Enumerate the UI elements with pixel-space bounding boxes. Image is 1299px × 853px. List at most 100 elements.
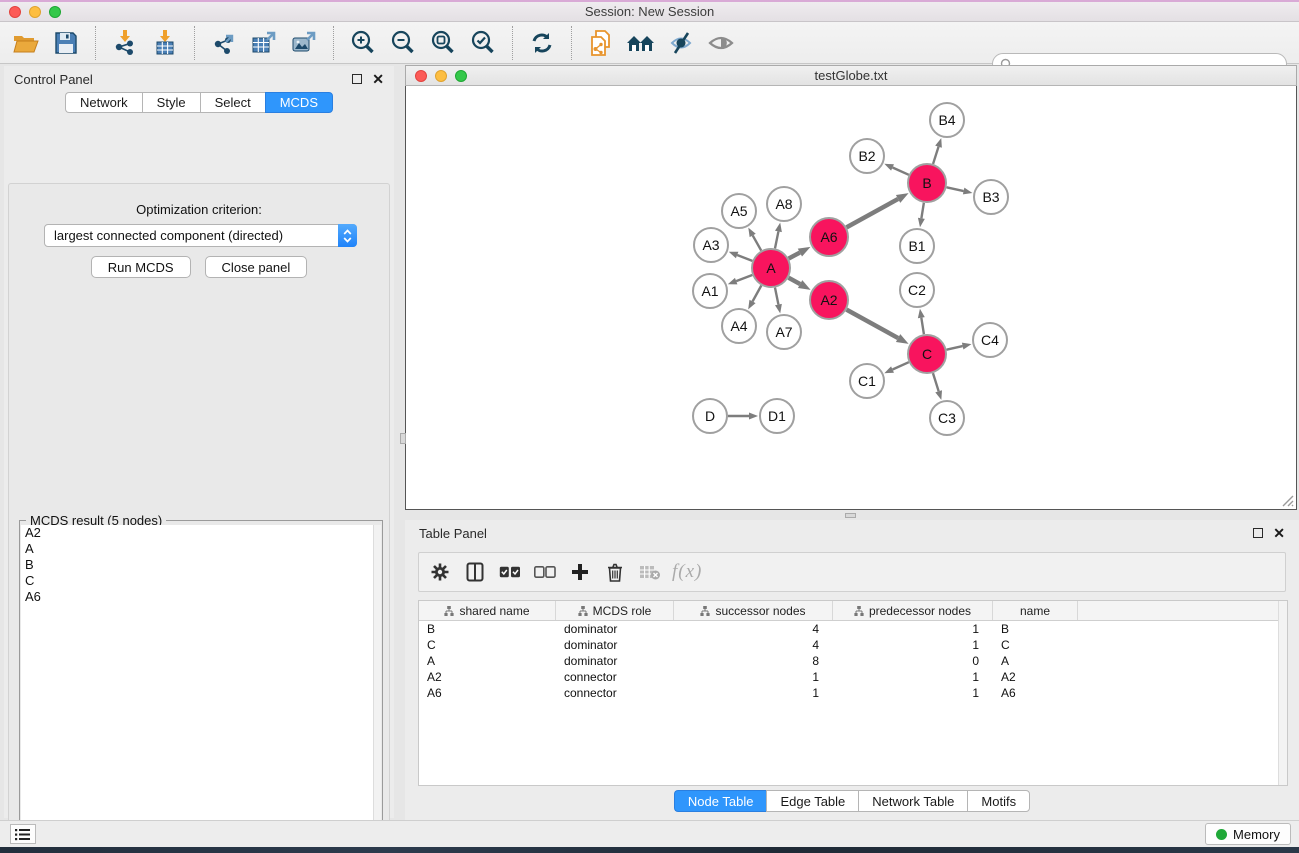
edge-A-A3[interactable] xyxy=(737,255,752,261)
table-settings-button[interactable] xyxy=(427,559,453,585)
close-panel-icon[interactable]: ✕ xyxy=(372,74,384,84)
mcds-result-item[interactable]: A2 xyxy=(21,525,375,541)
function-builder-button[interactable]: f(x) xyxy=(672,561,702,583)
edge-A-A8[interactable] xyxy=(775,231,778,248)
refresh-button[interactable] xyxy=(522,25,562,61)
task-history-button[interactable] xyxy=(10,824,36,844)
node-C3[interactable]: C3 xyxy=(930,401,964,435)
left-splitter-grip[interactable] xyxy=(400,433,406,444)
edge-C-C1[interactable] xyxy=(893,362,909,369)
mcds-result-item[interactable]: C xyxy=(21,573,375,589)
node-B4[interactable]: B4 xyxy=(930,103,964,137)
table-scrollbar[interactable] xyxy=(1278,601,1287,785)
node-B[interactable]: B xyxy=(908,164,946,202)
column-header-MCDS-role[interactable]: MCDS role xyxy=(556,601,674,620)
save-session-button[interactable] xyxy=(46,25,86,61)
zoom-in-button[interactable] xyxy=(343,25,383,61)
edge-B-B3[interactable] xyxy=(947,187,964,191)
node-C1[interactable]: C1 xyxy=(850,364,884,398)
result-list-scrollbar[interactable] xyxy=(373,525,381,853)
export-image-button[interactable] xyxy=(284,25,324,61)
zoom-fit-button[interactable] xyxy=(423,25,463,61)
edge-A-A7[interactable] xyxy=(775,288,778,305)
node-A3[interactable]: A3 xyxy=(694,228,728,262)
table-row[interactable]: A2connector11A2 xyxy=(419,669,1287,685)
resize-grip-icon[interactable] xyxy=(1281,494,1294,507)
node-D1[interactable]: D1 xyxy=(760,399,794,433)
edge-B-B4[interactable] xyxy=(933,147,938,164)
node-A1[interactable]: A1 xyxy=(693,274,727,308)
import-table-button[interactable] xyxy=(145,25,185,61)
node-A6[interactable]: A6 xyxy=(810,218,848,256)
node-A7[interactable]: A7 xyxy=(767,315,801,349)
edge-A-A5[interactable] xyxy=(753,235,762,250)
criterion-dropdown[interactable]: largest connected component (directed) xyxy=(44,224,357,247)
edge-A-A6[interactable] xyxy=(789,253,800,259)
column-selector-button[interactable] xyxy=(462,559,488,585)
node-A8[interactable]: A8 xyxy=(767,187,801,221)
edge-B-B1[interactable] xyxy=(921,203,923,219)
show-hide-button[interactable] xyxy=(701,25,741,61)
run-mcds-button[interactable]: Run MCDS xyxy=(91,256,191,278)
node-A5[interactable]: A5 xyxy=(722,194,756,228)
zoom-out-button[interactable] xyxy=(383,25,423,61)
node-A4[interactable]: A4 xyxy=(722,309,756,343)
float-table-panel-icon[interactable] xyxy=(1253,528,1263,538)
tab-edge-table[interactable]: Edge Table xyxy=(766,790,858,812)
close-table-panel-icon[interactable]: ✕ xyxy=(1273,528,1285,538)
node-table[interactable]: shared nameMCDS rolesuccessor nodesprede… xyxy=(418,600,1288,786)
tab-network-table[interactable]: Network Table xyxy=(858,790,967,812)
node-C2[interactable]: C2 xyxy=(900,273,934,307)
node-A[interactable]: A xyxy=(752,249,790,287)
edge-A-A4[interactable] xyxy=(753,286,762,302)
edge-A2-C[interactable] xyxy=(847,310,899,338)
export-network-button[interactable] xyxy=(204,25,244,61)
tab-mcds[interactable]: MCDS xyxy=(265,92,333,113)
network-canvas[interactable]: B4 B2 B B3 A8 A5 A6 A3 B1 A A1 C2 A2 A4 A7 C4 C C1 C3 D D1 xyxy=(405,86,1297,510)
tab-network[interactable]: Network xyxy=(65,92,142,113)
node-B3[interactable]: B3 xyxy=(974,180,1008,214)
open-session-button[interactable] xyxy=(6,25,46,61)
edge-A6-B[interactable] xyxy=(847,199,899,227)
column-header-successor-nodes[interactable]: successor nodes xyxy=(674,601,833,620)
memory-button[interactable]: Memory xyxy=(1205,823,1291,845)
tab-motifs[interactable]: Motifs xyxy=(967,790,1030,812)
import-network-button[interactable] xyxy=(105,25,145,61)
node-C4[interactable]: C4 xyxy=(973,323,1007,357)
hide-selected-button[interactable] xyxy=(661,25,701,61)
table-row[interactable]: Bdominator41B xyxy=(419,621,1287,637)
network-graph[interactable]: B4 B2 B B3 A8 A5 A6 A3 B1 A A1 C2 A2 A4 A7 C4 C C1 C3 D D1 xyxy=(406,86,1296,508)
table-row[interactable]: Cdominator41C xyxy=(419,637,1287,653)
duplicate-network-button[interactable] xyxy=(581,25,621,61)
mcds-result-list[interactable]: A2ABCA6 xyxy=(21,525,375,853)
delete-column-button[interactable] xyxy=(602,559,628,585)
edge-A-A1[interactable] xyxy=(736,275,752,281)
mcds-result-item[interactable]: A6 xyxy=(21,589,375,605)
node-B2[interactable]: B2 xyxy=(850,139,884,173)
float-panel-icon[interactable] xyxy=(352,74,362,84)
edge-C-C3[interactable] xyxy=(933,373,939,391)
column-header-name[interactable]: name xyxy=(993,601,1078,620)
node-B1[interactable]: B1 xyxy=(900,229,934,263)
table-row[interactable]: A6connector11A6 xyxy=(419,685,1287,701)
mcds-result-item[interactable]: A xyxy=(21,541,375,557)
tab-node-table[interactable]: Node Table xyxy=(674,790,767,812)
tab-style[interactable]: Style xyxy=(142,92,200,113)
edge-C-C4[interactable] xyxy=(947,346,963,350)
zoom-selected-button[interactable] xyxy=(463,25,503,61)
close-panel-button[interactable]: Close panel xyxy=(205,256,308,278)
bottom-splitter-grip[interactable] xyxy=(845,513,856,518)
home-layout-button[interactable] xyxy=(621,25,661,61)
node-C[interactable]: C xyxy=(908,335,946,373)
delete-table-button[interactable] xyxy=(637,559,663,585)
edge-B-B2[interactable] xyxy=(893,167,909,174)
node-A2[interactable]: A2 xyxy=(810,281,848,319)
select-none-button[interactable] xyxy=(532,559,558,585)
edge-C-C2[interactable] xyxy=(921,318,924,335)
node-D[interactable]: D xyxy=(693,399,727,433)
column-header-shared-name[interactable]: shared name xyxy=(419,601,556,620)
export-table-button[interactable] xyxy=(244,25,284,61)
tab-select[interactable]: Select xyxy=(200,92,265,113)
add-column-button[interactable] xyxy=(567,559,593,585)
table-row[interactable]: Adominator80A xyxy=(419,653,1287,669)
